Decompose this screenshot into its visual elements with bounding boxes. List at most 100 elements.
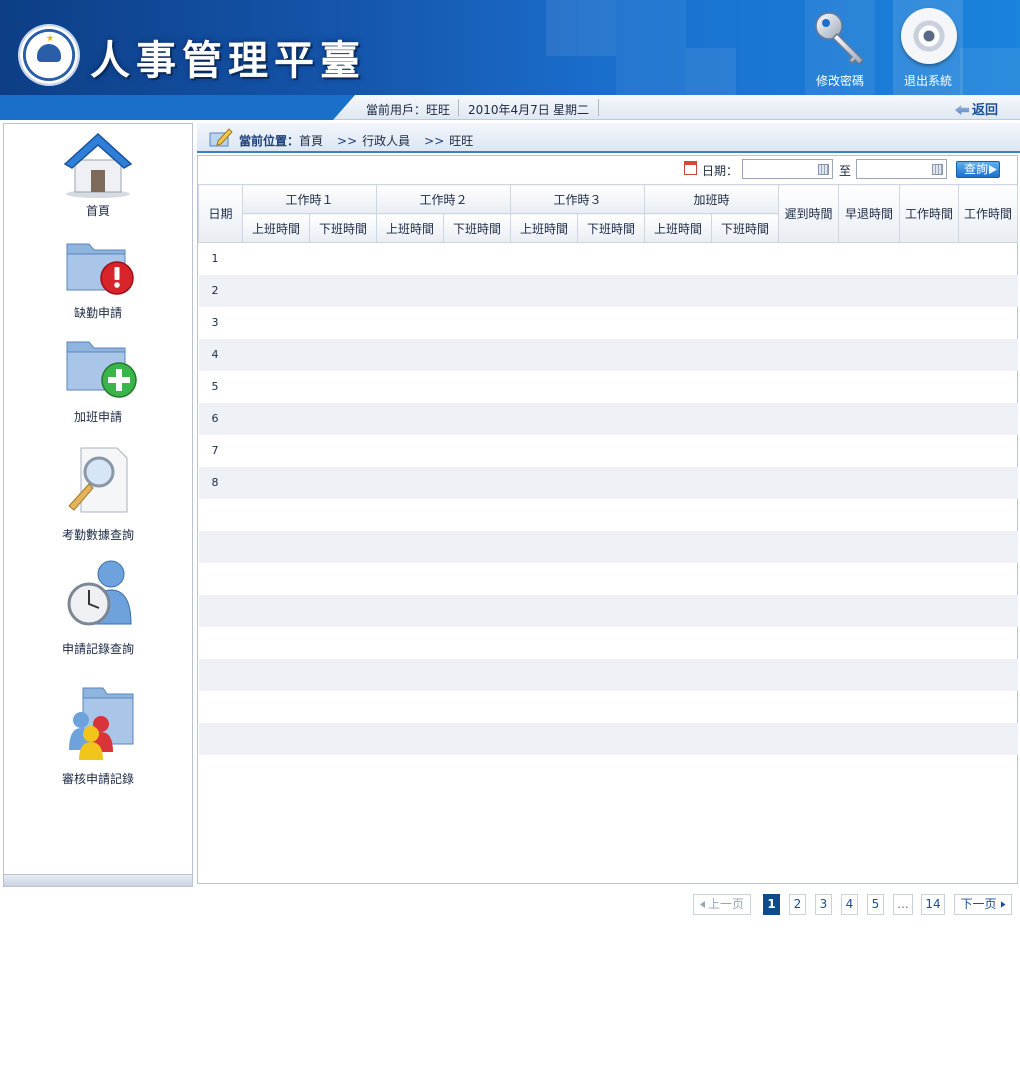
current-weekday: 星期二 [553, 103, 590, 117]
cell-date: 2 [198, 274, 243, 307]
logout-button[interactable]: 退出系統 [893, 0, 963, 95]
table-cell [510, 530, 578, 563]
cell-date [199, 691, 243, 723]
search-document-icon [59, 444, 137, 524]
breadcrumb-home[interactable]: 首頁 [299, 134, 323, 148]
page-button-4[interactable]: 4 [841, 894, 858, 915]
table-cell [242, 466, 310, 499]
page-button-14[interactable]: 14 [921, 894, 945, 915]
column-header-clock-out: 下班時間 [577, 213, 646, 243]
sidebar-item-application-records[interactable]: 申請記錄查詢 [4, 556, 192, 657]
table-cell [778, 466, 839, 499]
table-row: 5 [199, 371, 1018, 403]
table-cell [779, 435, 839, 467]
page-button-5[interactable]: 5 [867, 894, 884, 915]
table-cell [309, 274, 377, 307]
table-cell [900, 371, 959, 403]
cell-date [198, 530, 243, 563]
table-cell [444, 691, 511, 723]
page-button-1[interactable]: 1 [763, 894, 780, 915]
table-cell [779, 563, 839, 595]
sidebar-item-label: 首頁 [85, 204, 110, 218]
breadcrumb-department[interactable]: 行政人員 [362, 134, 410, 148]
sidebar-item-review-records[interactable]: 審核申請記錄 [4, 684, 192, 787]
change-password-button[interactable]: 修改密碼 [805, 0, 875, 95]
next-page-button[interactable]: 下一页 [954, 894, 1012, 915]
header-decor [616, 0, 686, 95]
date-picker-icon[interactable] [932, 164, 943, 175]
table-cell [377, 307, 444, 339]
table-cell [838, 530, 900, 563]
table-cell [900, 435, 959, 467]
table-cell [644, 274, 712, 307]
header-decor [686, 48, 736, 95]
table-cell [309, 594, 377, 627]
table-cell [377, 435, 444, 467]
table-cell [511, 691, 578, 723]
home-icon [59, 130, 137, 200]
table-cell [377, 499, 444, 531]
sidebar-item-absence-request[interactable]: 缺勤申請 [4, 232, 192, 321]
table-cell [712, 371, 779, 403]
table-cell [309, 338, 377, 371]
sidebar-resize-bar[interactable] [4, 874, 192, 886]
table-cell [309, 658, 377, 691]
key-icon [815, 12, 865, 66]
table-cell [242, 338, 310, 371]
table-cell [376, 722, 444, 755]
table-cell [838, 274, 900, 307]
page-button-2[interactable]: 2 [789, 894, 806, 915]
cell-date: 8 [198, 466, 243, 499]
logout-label: 退出系統 [903, 74, 952, 88]
table-cell [242, 274, 310, 307]
prev-page-button[interactable]: 上一页 [693, 894, 751, 915]
column-header-date: 日期 [198, 184, 243, 243]
table-cell [443, 338, 511, 371]
table-cell [712, 499, 779, 531]
table-cell [958, 274, 1018, 307]
arrow-right-icon [989, 165, 997, 174]
table-cell [838, 338, 900, 371]
change-password-label: 修改密碼 [815, 74, 864, 88]
table-cell [644, 402, 712, 435]
table-cell [778, 722, 839, 755]
table-cell [778, 274, 839, 307]
pencil-icon [209, 128, 233, 147]
page-button-3[interactable]: 3 [815, 894, 832, 915]
table-cell [711, 594, 779, 627]
table-cell [242, 530, 310, 563]
table-cell [310, 499, 377, 531]
table-cell [779, 243, 839, 275]
cell-date: 4 [198, 338, 243, 371]
back-button[interactable]: 返回 [955, 99, 998, 118]
table-cell [712, 691, 779, 723]
table-cell [443, 722, 511, 755]
table-cell [243, 307, 310, 339]
query-button[interactable]: 查詢 [956, 161, 1000, 178]
table-cell [376, 402, 444, 435]
table-cell [511, 435, 578, 467]
table-cell [376, 530, 444, 563]
sidebar-item-overtime-request[interactable]: 加班申請 [4, 336, 192, 425]
table-cell [578, 435, 645, 467]
table-cell [839, 435, 900, 467]
table-cell [242, 722, 310, 755]
table-cell [444, 371, 511, 403]
table-cell [578, 691, 645, 723]
table-cell [958, 722, 1018, 755]
table-cell [443, 594, 511, 627]
sidebar-item-home[interactable]: 首頁 [4, 130, 192, 219]
cell-date: 7 [211, 444, 219, 457]
table-cell [444, 243, 511, 275]
table-cell [510, 402, 578, 435]
table-cell [958, 402, 1018, 435]
table-cell [443, 466, 511, 499]
table-cell [510, 274, 578, 307]
sidebar-item-attendance-query[interactable]: 考勤數據查詢 [4, 444, 192, 543]
sidebar-item-label: 考勤數據查詢 [61, 528, 134, 542]
table-cell [309, 530, 377, 563]
table-cell [645, 691, 712, 723]
table-cell [443, 530, 511, 563]
table-cell [310, 627, 377, 659]
date-picker-icon[interactable] [818, 164, 829, 175]
